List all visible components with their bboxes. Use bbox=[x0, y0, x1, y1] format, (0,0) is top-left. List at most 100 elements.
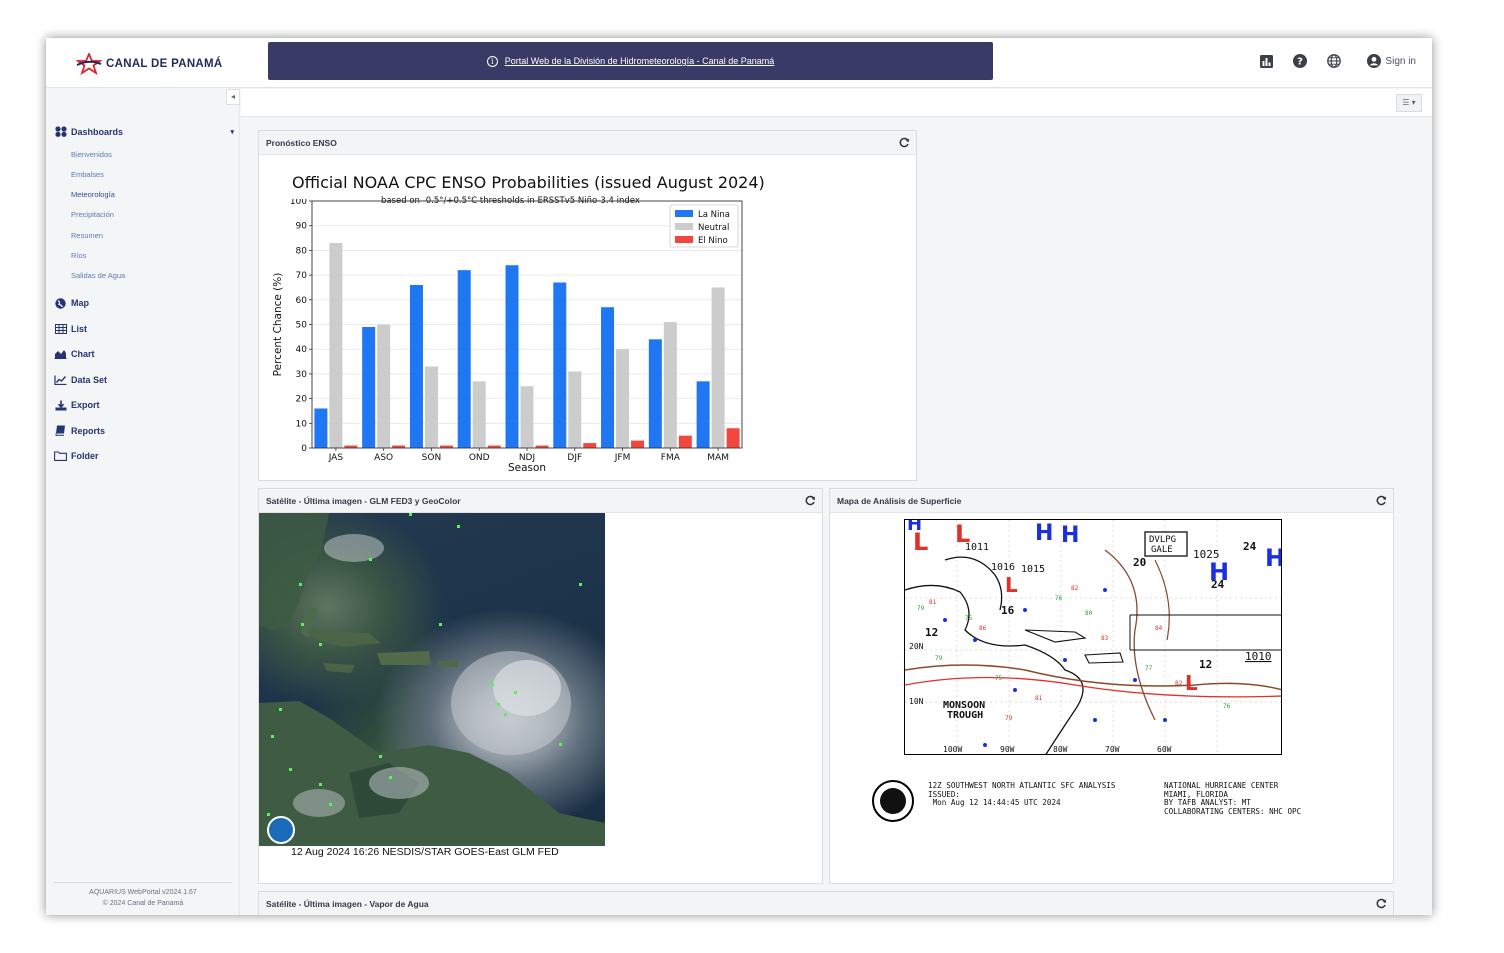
map-label-100w: 100W bbox=[943, 745, 962, 754]
brand-logo[interactable]: CANAL DE PANAMÁ bbox=[76, 52, 223, 76]
panel-header: Pronóstico ENSO bbox=[259, 131, 916, 155]
svg-text:L: L bbox=[955, 520, 970, 548]
chart-bar-el-nino bbox=[631, 440, 645, 448]
portal-banner-link[interactable]: Portal Web de la División de Hidrometeor… bbox=[505, 56, 774, 66]
map-label-1010: 1010 bbox=[1245, 650, 1272, 663]
sidebar-item-dashboards[interactable]: Dashboards ▾ bbox=[54, 119, 234, 145]
chart-legend-label: Neutral bbox=[698, 223, 729, 233]
chart-bar-neutral bbox=[663, 322, 677, 448]
map-label-20: 20 bbox=[1133, 556, 1146, 569]
sidebar-subitem-embalses[interactable]: Embalses bbox=[54, 165, 234, 185]
sidebar-item-reports[interactable]: Reports bbox=[54, 418, 234, 444]
svg-text:L: L bbox=[1185, 671, 1198, 695]
chart-bar-la-nina bbox=[553, 282, 567, 448]
dashboard-icon bbox=[54, 126, 67, 138]
map-label-90w: 90W bbox=[1000, 745, 1015, 754]
svg-text:76: 76 bbox=[1223, 703, 1231, 710]
svg-text:84: 84 bbox=[1155, 625, 1163, 632]
refresh-icon[interactable] bbox=[805, 495, 816, 506]
sidebar-subitem-rios[interactable]: Ríos bbox=[54, 246, 234, 266]
panel-title: Pronóstico ENSO bbox=[266, 138, 337, 148]
enso-panel: Pronóstico ENSO Official NOAA CPC ENSO P… bbox=[258, 130, 917, 481]
svg-text:75: 75 bbox=[965, 615, 973, 622]
map-label-1015: 1015 bbox=[1021, 564, 1045, 575]
download-icon bbox=[54, 399, 67, 411]
svg-text:82: 82 bbox=[1175, 680, 1183, 687]
svg-text:82: 82 bbox=[1071, 585, 1079, 592]
chart-bar-neutral bbox=[329, 242, 343, 448]
globe-language-icon[interactable] bbox=[1327, 54, 1342, 68]
sidebar-subitem-bienvenidos[interactable]: Bienvenidos bbox=[54, 145, 234, 165]
sidebar-subitem-meteorologia[interactable]: Meteorología bbox=[54, 185, 234, 205]
sidebar-item-label: Reports bbox=[71, 425, 106, 436]
refresh-icon[interactable] bbox=[899, 137, 910, 148]
chart-legend-label: La Nina bbox=[698, 210, 730, 220]
sidebar-subitem-precipitacion[interactable]: Precipitación bbox=[54, 205, 234, 225]
sidebar-item-label: Export bbox=[71, 400, 100, 411]
refresh-icon[interactable] bbox=[1376, 495, 1387, 506]
sidebar-item-folder[interactable]: Folder bbox=[54, 444, 234, 470]
sidebar-item-map[interactable]: Map bbox=[54, 291, 234, 317]
top-navbar: CANAL DE PANAMÁ i Portal Web de la Divis… bbox=[46, 38, 1432, 88]
surface-map-caption-right: NATIONAL HURRICANE CENTER MIAMI, FLORIDA… bbox=[1164, 781, 1302, 816]
svg-text:H: H bbox=[1265, 544, 1282, 572]
chart-y-tick-label: 60 bbox=[296, 296, 308, 306]
satellite-caption: 12 Aug 2024 16:26 NESDIS/STAR GOES-East … bbox=[291, 846, 559, 858]
chart-y-tick-label: 10 bbox=[296, 419, 308, 429]
chart-legend-swatch bbox=[675, 223, 693, 230]
svg-text:L: L bbox=[1005, 573, 1018, 597]
brand-logo-text: CANAL DE PANAMÁ bbox=[106, 58, 223, 70]
enso-bar-chart: JAS ASO SON OND NDJ DJF JFM FMA MAM0102030405060… bbox=[272, 199, 743, 474]
chart-legend-swatch bbox=[675, 210, 693, 217]
chart-y-tick-label: 70 bbox=[296, 271, 308, 281]
chart-y-tick-label: 80 bbox=[296, 246, 308, 256]
table-icon bbox=[54, 323, 67, 335]
sidebar-item-chart[interactable]: Chart bbox=[54, 342, 234, 368]
chart-bar-la-nina bbox=[409, 284, 423, 448]
sign-in-label: Sign in bbox=[1385, 55, 1416, 67]
sidebar-subitem-salidas-de-agua[interactable]: Salidas de Agua bbox=[54, 266, 234, 286]
top-right-toolbar: ? Sign in bbox=[1239, 54, 1416, 68]
sign-in-button[interactable]: Sign in bbox=[1367, 54, 1416, 68]
svg-text:86: 86 bbox=[979, 625, 987, 632]
user-circle-icon bbox=[1367, 54, 1382, 68]
svg-text:75: 75 bbox=[995, 675, 1003, 682]
globe-icon bbox=[54, 297, 67, 309]
satellite-geocolor-image bbox=[259, 513, 605, 846]
chart-y-axis-label: Percent Chance (%) bbox=[272, 273, 284, 377]
chart-x-tick-label: MAM bbox=[707, 453, 729, 463]
satellite-vapor-panel: Satélite - Última imagen - Vapor de Agua bbox=[258, 891, 1394, 915]
help-icon[interactable]: ? bbox=[1293, 54, 1308, 68]
sidebar-item-list[interactable]: List bbox=[54, 316, 234, 342]
chart-y-tick-label: 40 bbox=[296, 345, 308, 355]
chart-y-tick-label: 90 bbox=[296, 222, 308, 232]
refresh-icon[interactable] bbox=[1376, 898, 1387, 909]
chart-x-tick-label: ASO bbox=[374, 453, 393, 463]
svg-text:81: 81 bbox=[929, 599, 937, 606]
chart-bar-la-nina bbox=[601, 307, 615, 448]
chart-bar-la-nina bbox=[648, 339, 662, 448]
chart-bar-la-nina bbox=[314, 408, 328, 448]
chart-legend-swatch bbox=[675, 236, 693, 243]
svg-text:76: 76 bbox=[1055, 595, 1063, 602]
sidebar-collapse-button[interactable]: ◂ bbox=[226, 89, 240, 105]
portal-banner: i Portal Web de la División de Hidromete… bbox=[268, 42, 993, 80]
chart-y-tick-label: 100 bbox=[290, 199, 307, 207]
sidebar-item-label: Chart bbox=[71, 349, 95, 360]
chart-bar-neutral bbox=[424, 366, 438, 448]
sidebar-item-export[interactable]: Export bbox=[54, 393, 234, 419]
svg-text:?: ? bbox=[1298, 57, 1304, 68]
sidebar-item-data-set[interactable]: Data Set bbox=[54, 367, 234, 393]
star-logo-icon bbox=[76, 53, 102, 75]
sidebar-item-label: Map bbox=[71, 298, 89, 309]
sidebar-footer-divider bbox=[54, 882, 232, 883]
chart-bar-neutral bbox=[520, 386, 534, 448]
chart-bar-neutral bbox=[568, 371, 582, 448]
chart-y-tick-label: 0 bbox=[301, 444, 307, 454]
sidebar-footer: AQUARIUS WebPortal v2024.1.67 © 2024 Can… bbox=[46, 887, 240, 909]
sidebar-subitem-resumen[interactable]: Resumen bbox=[54, 226, 234, 246]
bar-chart-icon[interactable] bbox=[1259, 54, 1273, 68]
folder-icon bbox=[54, 450, 67, 462]
layout-settings-button[interactable]: ☰ ▾ bbox=[1396, 94, 1422, 112]
surface-analysis-panel: Mapa de Análisis de Superficie DVLPG GAL… bbox=[829, 488, 1394, 884]
